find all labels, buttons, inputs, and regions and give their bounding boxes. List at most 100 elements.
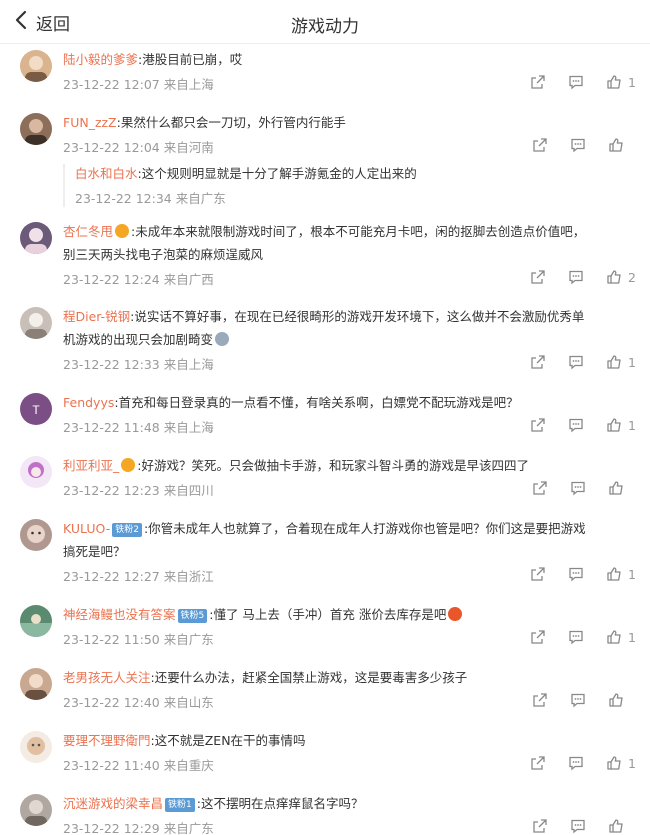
comment-username[interactable]: 陆小毅的爹爹 <box>63 52 138 67</box>
avatar[interactable] <box>20 668 52 700</box>
thumbs-up-icon <box>607 270 621 284</box>
comment-username[interactable]: 杏仁冬甩 <box>63 224 113 239</box>
red-envelope-emoji-icon <box>448 607 463 621</box>
comment-username[interactable]: 程Dier-锐钢 <box>63 309 130 324</box>
comment-actions <box>510 816 636 835</box>
like-button[interactable]: 1 <box>606 417 636 433</box>
comment-button[interactable] <box>570 818 586 834</box>
like-count: 1 <box>628 755 636 771</box>
comment-text: :懂了 马上去（手冲）首充 涨价去库存是吧 <box>209 607 447 622</box>
avatar[interactable] <box>20 307 52 339</box>
thumbs-up-icon <box>607 75 621 89</box>
like-count: 1 <box>628 354 636 370</box>
comment-username[interactable]: 沉迷游戏的梁幸昌 <box>63 796 163 811</box>
avatar[interactable] <box>20 731 52 763</box>
share-icon <box>533 481 547 495</box>
thumbs-up-icon <box>607 355 621 369</box>
thumbs-up-icon <box>609 819 623 833</box>
comment-username[interactable]: Fendyys <box>63 395 114 410</box>
comment-text: :你管未成年人也就算了，合着现在成年人打游戏你也管是吧？你们这是要把游戏 <box>143 521 586 536</box>
comment-meta: 23-12-22 12:33 来自上海 <box>63 357 214 372</box>
avatar[interactable] <box>20 113 52 145</box>
comment-icon <box>571 693 585 708</box>
comment-meta: 23-12-22 11:48 来自上海 <box>63 420 214 435</box>
like-button[interactable] <box>608 692 636 708</box>
comment-username[interactable]: 老男孩无人关注 <box>63 670 151 685</box>
comment-username[interactable]: KULUO- <box>63 521 110 536</box>
share-button[interactable] <box>532 137 548 153</box>
comment-text: :港股目前已崩，哎 <box>138 52 243 67</box>
share-button[interactable] <box>530 629 546 645</box>
share-icon <box>531 418 545 432</box>
avatar[interactable] <box>20 456 52 488</box>
fan-badge: 铁粉5 <box>177 609 208 623</box>
comment-actions <box>510 690 636 710</box>
thumbs-up-icon <box>607 630 621 644</box>
comment-meta: 23-12-22 12:40 来自山东 <box>63 695 214 710</box>
share-button[interactable] <box>530 566 546 582</box>
avatar[interactable] <box>20 50 52 82</box>
comment-button[interactable] <box>570 137 586 153</box>
comment-icon <box>569 270 583 285</box>
like-button[interactable]: 1 <box>606 566 636 582</box>
like-button[interactable] <box>608 480 636 496</box>
comment-button[interactable] <box>568 269 584 285</box>
like-button[interactable]: 1 <box>606 629 636 645</box>
share-button[interactable] <box>532 480 548 496</box>
comment-button[interactable] <box>568 354 584 370</box>
share-button[interactable] <box>532 692 548 708</box>
share-button[interactable] <box>530 417 546 433</box>
comment-actions: 1 <box>508 352 636 372</box>
comment-username[interactable]: 利亚利亚_ <box>63 458 119 473</box>
like-button[interactable] <box>608 137 636 153</box>
like-button[interactable] <box>608 818 636 834</box>
comment-meta: 23-12-22 12:27 来自浙江 <box>63 569 214 584</box>
comment-icon <box>571 481 585 496</box>
comment-text: :好游戏？笑死。只会做抽卡手游，和玩家斗智斗勇的游戏是早该四四了 <box>137 458 529 473</box>
share-button[interactable] <box>530 269 546 285</box>
fan-badge: 铁粉2 <box>112 523 142 537</box>
share-button[interactable] <box>530 354 546 370</box>
comment-text: :首充和每日登录真的一点看不懂，有啥关系啊，白嫖党不配玩游戏是吧？ <box>114 395 519 410</box>
reply-username[interactable]: 白水和白水 <box>75 166 138 181</box>
comment-text: :这不摆明在点痒痒鼠名字吗？ <box>196 796 364 811</box>
comment-actions: 1 <box>508 72 636 92</box>
comment-meta: 23-12-22 12:29 来自广东 <box>63 821 214 835</box>
comment-button[interactable] <box>568 755 584 771</box>
comment-username[interactable]: 神经海鳗也没有答案 <box>63 607 176 622</box>
comment-username[interactable]: FUN_zzZ <box>63 115 117 130</box>
like-button[interactable]: 1 <box>606 755 636 771</box>
like-count: 2 <box>628 269 636 285</box>
comment-username[interactable]: 要理不理野衛門 <box>63 733 151 748</box>
like-count: 1 <box>628 417 636 433</box>
share-button[interactable] <box>530 755 546 771</box>
comment-button[interactable] <box>568 566 584 582</box>
reply-block: 白水和白水:这个规则明显就是十分了解手游氪金的人定出来的 23-12-22 12… <box>63 164 623 207</box>
comment-button[interactable] <box>570 692 586 708</box>
comment-actions <box>510 478 636 498</box>
like-button[interactable]: 2 <box>606 269 636 285</box>
avatar[interactable]: T <box>20 393 52 425</box>
top-bar: 返回 游戏动力 <box>0 0 650 44</box>
share-icon <box>533 693 547 707</box>
comment-button[interactable] <box>568 417 584 433</box>
like-button[interactable]: 1 <box>606 354 636 370</box>
comment-text: :说实话不算好事，在现在已经很畸形的游戏开发环境下，这么做并不会激励优秀单 <box>130 309 585 324</box>
avatar[interactable] <box>20 222 52 254</box>
comment-button[interactable] <box>570 480 586 496</box>
avatar[interactable] <box>20 794 52 826</box>
comment-actions: 2 <box>508 267 636 287</box>
thumbs-up-icon <box>609 693 623 707</box>
share-button[interactable] <box>532 818 548 834</box>
svg-text:T: T <box>32 403 40 417</box>
avatar[interactable] <box>20 605 52 637</box>
share-button[interactable] <box>530 74 546 90</box>
reply-meta: 23-12-22 12:34 来自广东 <box>75 191 226 206</box>
comment-button[interactable] <box>568 629 584 645</box>
comment-icon <box>569 418 583 433</box>
comment-meta: 23-12-22 12:24 来自广西 <box>63 272 214 287</box>
avatar[interactable] <box>20 519 52 551</box>
comment-icon <box>569 75 583 90</box>
like-button[interactable]: 1 <box>606 74 636 90</box>
comment-button[interactable] <box>568 74 584 90</box>
